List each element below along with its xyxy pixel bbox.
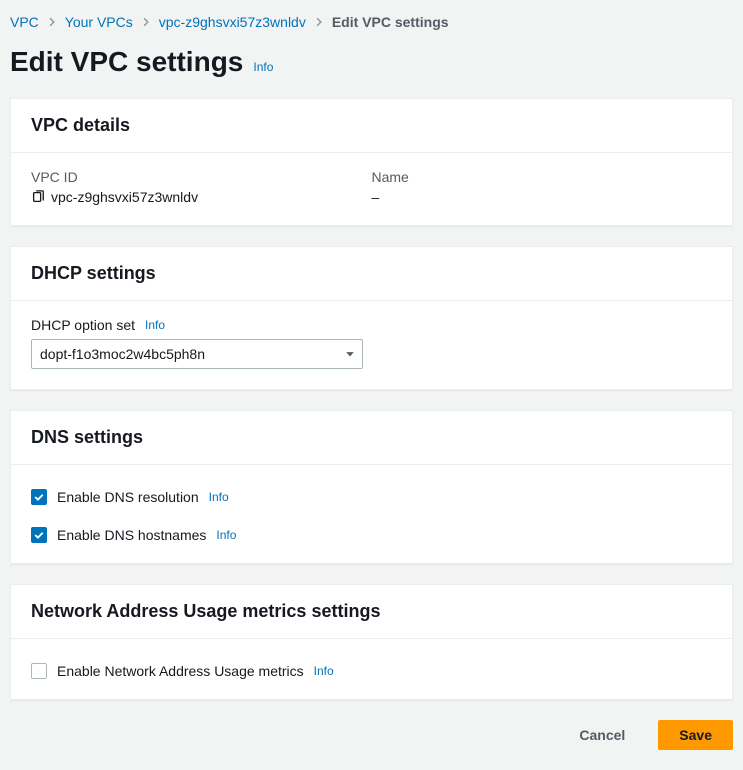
cancel-button[interactable]: Cancel <box>558 720 646 750</box>
panel-nau-settings: Network Address Usage metrics settings E… <box>10 584 733 700</box>
vpc-id-label: VPC ID <box>31 169 372 185</box>
page-title-text: Edit VPC settings <box>10 46 243 78</box>
checkbox-dns-hostnames[interactable] <box>31 527 47 543</box>
dns-resolution-label: Enable DNS resolution <box>57 489 199 505</box>
checkbox-dns-resolution[interactable] <box>31 489 47 505</box>
panel-dhcp-settings: DHCP settings DHCP option set Info dopt-… <box>10 246 733 390</box>
dhcp-option-set-label: DHCP option set <box>31 317 135 333</box>
save-button[interactable]: Save <box>658 720 733 750</box>
breadcrumb-link-vpc[interactable]: VPC <box>10 14 39 30</box>
vpc-name-value: – <box>372 189 380 205</box>
panel-header-dns: DNS settings <box>11 411 732 465</box>
dhcp-option-set-select[interactable]: dopt-f1o3moc2w4bc5ph8n <box>31 339 363 369</box>
vpc-name-label: Name <box>372 169 713 185</box>
breadcrumb-current: Edit VPC settings <box>332 14 449 30</box>
dns-hostnames-label: Enable DNS hostnames <box>57 527 206 543</box>
panel-header-dhcp: DHCP settings <box>11 247 732 301</box>
breadcrumb-link-your-vpcs[interactable]: Your VPCs <box>65 14 133 30</box>
panel-header-vpc-details: VPC details <box>11 99 732 153</box>
panel-vpc-details: VPC details VPC ID vpc-z9ghsvxi57z3wnldv… <box>10 98 733 226</box>
copy-icon[interactable] <box>31 190 45 204</box>
breadcrumb: VPC Your VPCs vpc-z9ghsvxi57z3wnldv Edit… <box>10 10 733 42</box>
info-link-dns-resolution[interactable]: Info <box>209 490 229 504</box>
nau-enable-label: Enable Network Address Usage metrics <box>57 663 304 679</box>
breadcrumb-link-vpc-id[interactable]: vpc-z9ghsvxi57z3wnldv <box>159 14 306 30</box>
info-link-dhcp[interactable]: Info <box>145 318 165 332</box>
info-link-nau[interactable]: Info <box>314 664 334 678</box>
info-link-dns-hostnames[interactable]: Info <box>216 528 236 542</box>
chevron-right-icon <box>141 14 151 30</box>
info-link-page[interactable]: Info <box>253 60 273 74</box>
panel-header-nau: Network Address Usage metrics settings <box>11 585 732 639</box>
footer-actions: Cancel Save <box>10 720 733 750</box>
panel-dns-settings: DNS settings Enable DNS resolution Info … <box>10 410 733 564</box>
chevron-right-icon <box>47 14 57 30</box>
vpc-id-value: vpc-z9ghsvxi57z3wnldv <box>51 189 198 205</box>
checkbox-nau-enable[interactable] <box>31 663 47 679</box>
page-title: Edit VPC settings Info <box>10 46 733 78</box>
chevron-right-icon <box>314 14 324 30</box>
